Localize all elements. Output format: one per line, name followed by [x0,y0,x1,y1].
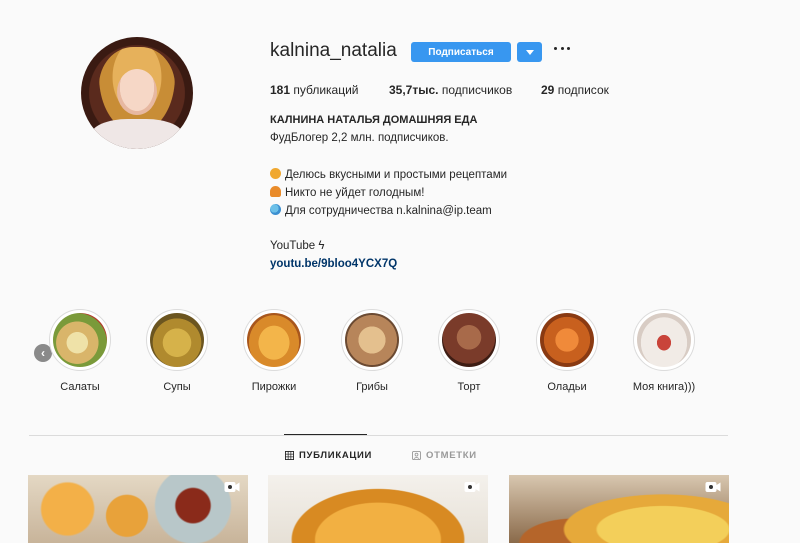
profile-full-name: КАЛНИНА НАТАЛЬЯ ДОМАШНЯЯ ЕДА [270,114,478,126]
followers-count-label: подписчиков [438,83,513,97]
tab-tagged[interactable]: ОТМЕТКИ [412,450,477,461]
highlight-ring [536,309,598,371]
tabs-divider [29,435,728,436]
followers-count[interactable]: 35,7тыс. подписчиков [389,83,512,97]
profile-website-link[interactable]: youtu.be/9bloo4YCX7Q [270,258,397,270]
highlight-label: Оладьи [547,381,587,393]
highlight-label: Супы [163,381,191,393]
highlight-item[interactable]: Грибы [332,309,412,393]
tab-posts[interactable]: ПУБЛИКАЦИИ [285,450,372,461]
more-dot-icon [560,46,564,50]
chevron-down-icon [525,49,534,55]
follow-button[interactable]: Подписаться [411,42,511,62]
post-thumbnail[interactable] [268,475,488,543]
avatar-shirt [91,119,183,149]
highlight-cover [247,313,301,367]
post-thumbnail[interactable] [28,475,248,543]
more-dot-icon [554,46,557,50]
bio-line: Делюсь вкусными и простыми рецептами [270,168,507,181]
posts-count: 181 публикаций [270,83,359,97]
posts-count-value: 181 [270,83,291,97]
highlight-cover [150,313,204,367]
highlight-label: Грибы [356,381,388,393]
bio-line-text: Никто не уйдет голодным! [285,187,425,199]
video-icon [705,482,721,492]
burger-emoji-icon [270,168,281,179]
highlight-ring [49,309,111,371]
tagged-person-icon [412,451,421,460]
highlight-item[interactable]: Торт [429,309,509,393]
highlight-item[interactable]: Пирожки [234,309,314,393]
following-count[interactable]: 29 подписок [541,83,609,97]
highlight-cover [53,313,107,367]
highlight-ring [243,309,305,371]
posts-count-label: публикаций [290,83,359,97]
highlight-item[interactable]: Супы [137,309,217,393]
post-thumbnail[interactable] [509,475,729,543]
highlight-cover [637,313,691,367]
bio-line: Для сотрудничества n.kalnina@ip.team [270,204,492,217]
bio-line: Никто не уйдет голодным! [270,186,424,199]
video-icon [464,482,480,492]
profile-username: kalnina_natalia [270,40,397,61]
more-options-button[interactable] [554,40,570,56]
highlight-item[interactable]: Салаты [40,309,120,393]
grid-icon [285,451,294,460]
following-count-label: подписок [554,83,609,97]
highlight-ring [438,309,500,371]
highlight-cover [345,313,399,367]
bio-line: ФудБлогер 2,2 млн. подписчиков. [270,132,449,144]
following-count-value: 29 [541,83,555,97]
highlight-ring [146,309,208,371]
followers-count-value: 35,7тыс. [389,83,439,97]
highlight-label: Торт [457,381,481,393]
croissant-emoji-icon [270,186,281,197]
highlight-cover [442,313,496,367]
bio-line: YouTube ϟ [270,240,325,252]
active-tab-indicator [284,434,367,435]
profile-avatar[interactable] [81,37,193,149]
bio-line-text: Делюсь вкусными и простыми рецептами [285,169,508,181]
globe-emoji-icon [270,204,281,215]
tab-posts-label: ПУБЛИКАЦИИ [299,450,373,461]
highlight-item[interactable]: Моя книга))) [624,309,704,393]
highlight-label: Моя книга))) [632,381,696,393]
more-dot-icon [567,46,570,50]
highlight-label: Пирожки [251,381,297,393]
tab-tagged-label: ОТМЕТКИ [426,450,477,461]
highlight-item[interactable]: Оладьи [527,309,607,393]
suggested-accounts-button[interactable] [517,42,542,62]
highlight-cover [540,313,594,367]
avatar-face [117,69,157,115]
bio-line-text: Для сотрудничества n.kalnina@ip.team [285,205,492,217]
highlight-ring [341,309,403,371]
highlight-label: Салаты [60,381,100,393]
highlight-ring [633,309,695,371]
video-icon [224,482,240,492]
